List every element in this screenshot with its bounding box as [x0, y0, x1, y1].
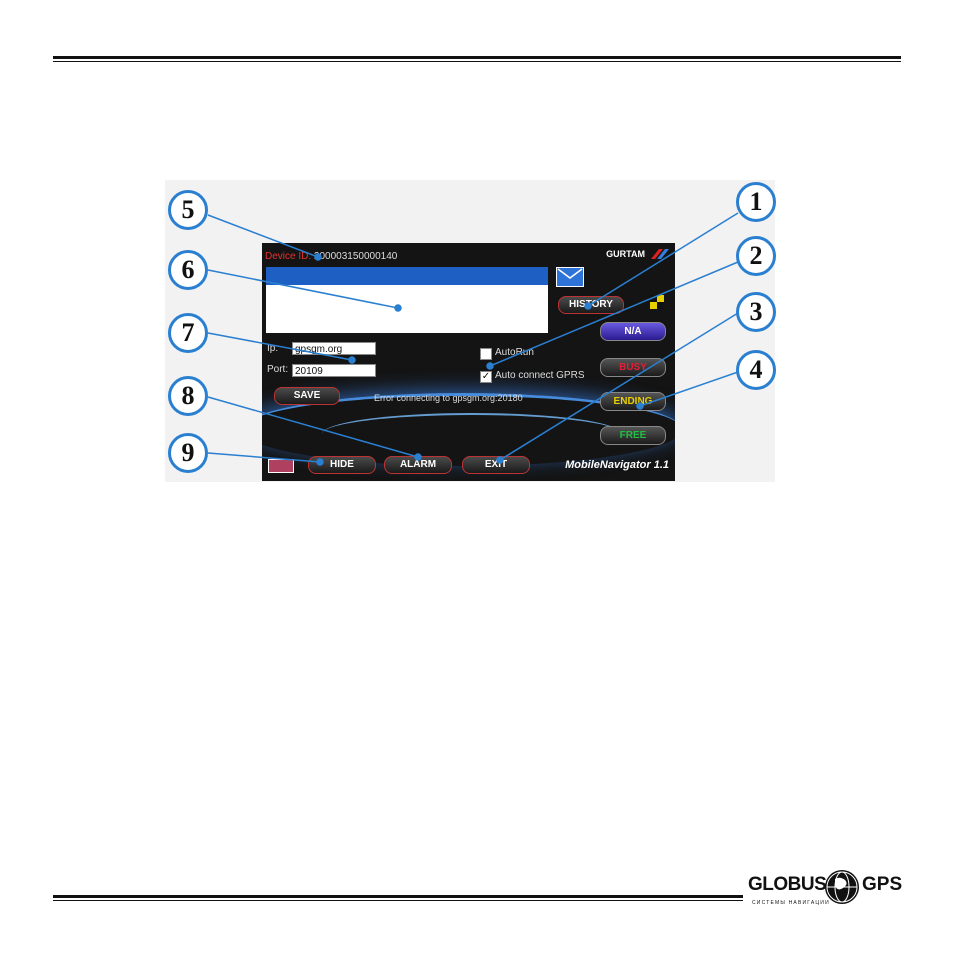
callout-3: 3 — [736, 292, 776, 332]
callout-9: 9 — [168, 433, 208, 473]
footer-rule — [53, 895, 743, 898]
globus-gps-logo: GLOBUS GPS СИСТЕМЫ НАВИГАЦИИ — [748, 870, 908, 910]
logo-word-gps: GPS — [862, 874, 903, 895]
callout-4: 4 — [736, 350, 776, 390]
callout-8: 8 — [168, 376, 208, 416]
logo-tagline: СИСТЕМЫ НАВИГАЦИИ — [752, 900, 830, 906]
logo-word-globus: GLOBUS — [748, 874, 827, 895]
callout-7: 7 — [168, 313, 208, 353]
callout-5: 5 — [168, 190, 208, 230]
callout-2: 2 — [736, 236, 776, 276]
globe-icon — [825, 870, 859, 904]
callout-1: 1 — [736, 182, 776, 222]
callout-6: 6 — [168, 250, 208, 290]
callout-lines — [207, 212, 739, 466]
footer-rule-thin — [53, 900, 743, 901]
